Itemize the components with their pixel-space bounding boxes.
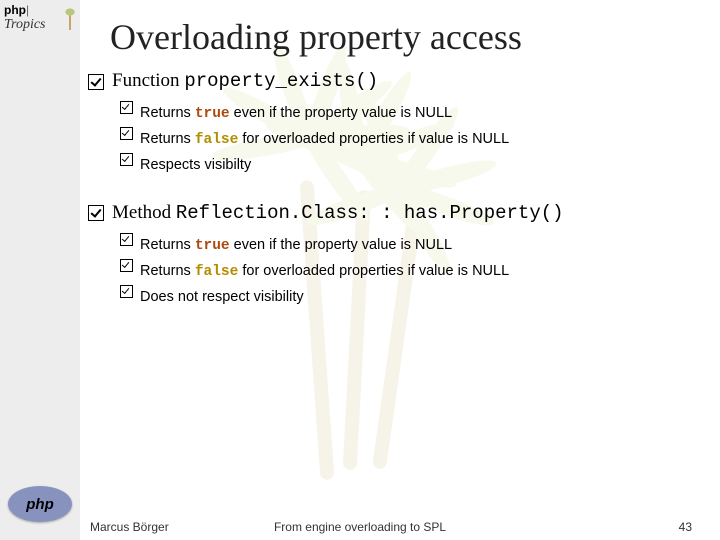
checkbox-icon — [120, 233, 133, 246]
list-item: Does not respect visibility — [120, 286, 708, 309]
list-item: Respects visibilty — [120, 154, 708, 177]
section-heading: Function property_exists() — [88, 70, 708, 92]
php-logo-text: php — [26, 496, 54, 513]
content-area: Function property_exists() Returns true e… — [88, 70, 708, 333]
slide: php| Tropics php Overloading property ac… — [0, 0, 720, 540]
list-item: Returns true even if the property value … — [120, 234, 708, 258]
text-pre: Returns — [140, 263, 195, 279]
keyword: false — [195, 132, 239, 148]
brand-bar: | — [26, 3, 29, 17]
keyword: false — [195, 264, 239, 280]
heading-code: property_exists() — [184, 70, 378, 92]
list-item: Returns false for overloaded properties … — [120, 128, 708, 152]
section-heading: Method Reflection.Class: : has.Property(… — [88, 202, 708, 224]
list-item: Returns true even if the property value … — [120, 102, 708, 126]
text-post: for overloaded properties if value is NU… — [238, 131, 509, 147]
checkbox-icon — [120, 127, 133, 140]
brand-block: php| Tropics — [4, 4, 46, 33]
list-item-text: Does not respect visibility — [140, 286, 304, 309]
heading-prefix: Method — [112, 202, 176, 223]
text-pre: Respects visibilty — [140, 157, 251, 173]
list-item-text: Returns false for overloaded properties … — [140, 260, 509, 284]
heading-code: Reflection.Class: : has.Property() — [176, 202, 564, 224]
section: Function property_exists() Returns true e… — [88, 70, 708, 178]
list-item-text: Returns true even if the property value … — [140, 234, 452, 258]
keyword: true — [195, 238, 230, 254]
php-logo: php — [8, 486, 72, 522]
list-item-text: Returns false for overloaded properties … — [140, 128, 509, 152]
text-post: for overloaded properties if value is NU… — [238, 263, 509, 279]
checkbox-icon — [120, 153, 133, 166]
text-pre: Returns — [140, 105, 195, 121]
sub-list: Returns true even if the property value … — [120, 102, 708, 178]
checkbox-icon — [88, 205, 104, 221]
text-post: even if the property value is NULL — [230, 237, 452, 253]
checkbox-icon — [120, 259, 133, 272]
text-pre: Does not respect visibility — [140, 289, 304, 305]
text-pre: Returns — [140, 131, 195, 147]
list-item-text: Returns true even if the property value … — [140, 102, 452, 126]
checkbox-icon — [120, 101, 133, 114]
sidebar — [0, 0, 80, 540]
brand-sub: Tropics — [4, 17, 46, 32]
palm-small-icon — [60, 6, 80, 32]
list-item: Returns false for overloaded properties … — [120, 260, 708, 284]
list-item-text: Respects visibilty — [140, 154, 251, 177]
sub-list: Returns true even if the property value … — [120, 234, 708, 310]
footer: Marcus Börger From engine overloading to… — [0, 520, 720, 534]
checkbox-icon — [88, 74, 104, 90]
brand-php: php — [4, 3, 26, 17]
text-pre: Returns — [140, 237, 195, 253]
keyword: true — [195, 106, 230, 122]
section: Method Reflection.Class: : has.Property(… — [88, 202, 708, 310]
slide-title: Overloading property access — [110, 16, 522, 58]
checkbox-icon — [120, 285, 133, 298]
heading-prefix: Function — [112, 70, 184, 91]
footer-title: From engine overloading to SPL — [0, 520, 720, 534]
text-post: even if the property value is NULL — [230, 105, 452, 121]
